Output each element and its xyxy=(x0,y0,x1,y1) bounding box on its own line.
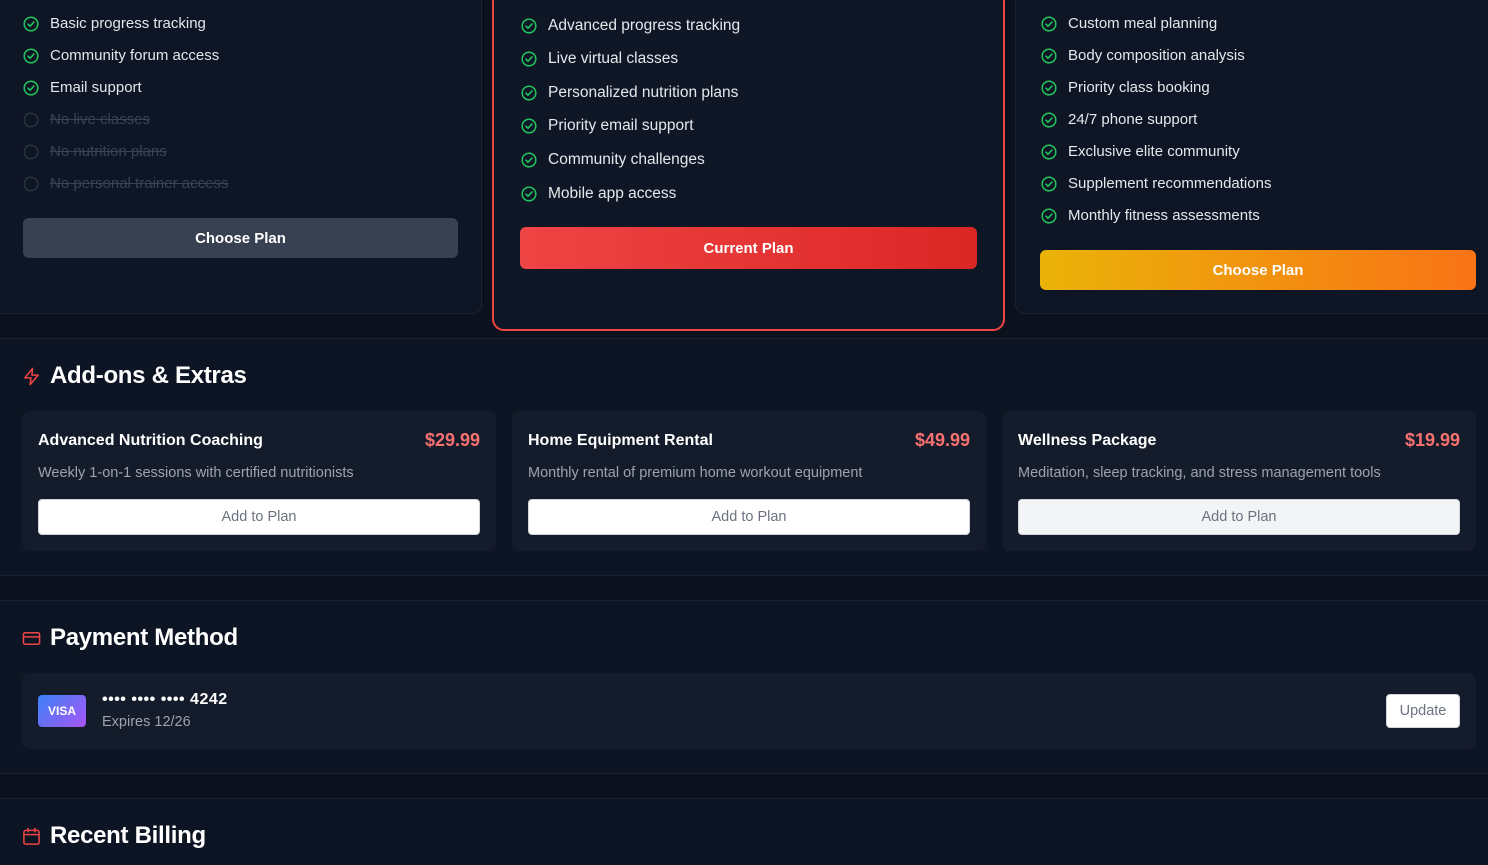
plan-feature-label: 24/7 phone support xyxy=(1068,111,1198,128)
plan-feature-label: Community forum access xyxy=(50,47,220,64)
check-circle-icon xyxy=(1041,175,1057,192)
plan-feature-label: Mobile app access xyxy=(548,185,677,202)
check-circle-icon xyxy=(1041,79,1057,96)
addon-card: Advanced Nutrition Coaching $29.99 Weekl… xyxy=(22,411,496,551)
plan-card-pro: Advanced progress tracking Live virtual … xyxy=(492,0,1005,331)
plan-feature: Community forum access xyxy=(23,47,219,64)
plan-feature: Supplement recommendations xyxy=(1041,175,1271,192)
plan-feature-label: No nutrition plans xyxy=(50,143,167,160)
empty-circle-icon xyxy=(23,143,39,160)
plan-feature: Priority class booking xyxy=(1041,79,1210,96)
plan-feature-label: Exclusive elite community xyxy=(1068,143,1240,160)
plan-feature: Email support xyxy=(23,79,142,96)
plan-feature: Custom meal planning xyxy=(1041,15,1217,32)
check-circle-icon xyxy=(521,152,537,168)
check-circle-icon xyxy=(1041,15,1057,32)
card-expiry: Expires 12/26 xyxy=(102,714,191,730)
payment-card: VISA •••• •••• •••• 4242 Expires 12/26 U… xyxy=(22,673,1476,749)
addon-card: Wellness Package $19.99 Meditation, slee… xyxy=(1002,411,1476,551)
plan-feature-label: Monthly fitness assessments xyxy=(1068,207,1260,224)
check-circle-icon xyxy=(521,85,537,101)
check-circle-icon xyxy=(23,15,39,32)
plan-feature: Mobile app access xyxy=(521,185,676,203)
check-circle-icon xyxy=(1041,207,1057,224)
addon-card: Home Equipment Rental $49.99 Monthly ren… xyxy=(512,411,986,551)
addon-name: Advanced Nutrition Coaching xyxy=(38,432,263,449)
check-circle-icon xyxy=(1041,143,1057,160)
add-to-plan-button[interactable]: Add to Plan xyxy=(1018,499,1460,535)
plan-feature-excluded: No nutrition plans xyxy=(23,143,167,160)
plan-feature: Exclusive elite community xyxy=(1041,143,1240,160)
plan-card-elite: Custom meal planning Body composition an… xyxy=(1015,0,1488,314)
card-number: •••• •••• •••• 4242 xyxy=(102,691,228,708)
calendar-icon xyxy=(23,827,40,845)
plan-card-basic: Basic progress tracking Community forum … xyxy=(0,0,482,314)
current-plan-button[interactable]: Current Plan xyxy=(520,227,977,269)
addon-price: $19.99 xyxy=(1404,430,1460,450)
plan-feature-label: No live classes xyxy=(50,111,151,128)
add-to-plan-button[interactable]: Add to Plan xyxy=(528,499,970,535)
subscription-page: Basic progress tracking Community forum … xyxy=(0,0,1488,865)
check-circle-icon xyxy=(1041,47,1057,64)
plan-feature: 24/7 phone support xyxy=(1041,111,1197,128)
plan-feature-label: Live virtual classes xyxy=(548,50,679,67)
section-title: Payment Method xyxy=(22,624,238,652)
addons-title: Add-ons & Extras xyxy=(50,362,247,389)
addons-section: Add-ons & Extras Advanced Nutrition Coac… xyxy=(0,338,1488,576)
check-circle-icon xyxy=(23,79,39,96)
addon-description: Weekly 1-on-1 sessions with certified nu… xyxy=(38,465,354,481)
plan-feature: Live virtual classes xyxy=(521,50,678,68)
addon-name: Wellness Package xyxy=(1018,432,1157,449)
plan-feature: Personalized nutrition plans xyxy=(521,84,738,102)
plan-feature-excluded: No personal trainer access xyxy=(23,175,228,192)
plan-feature-label: Community challenges xyxy=(548,151,705,168)
check-circle-icon xyxy=(521,186,537,202)
plan-feature-label: Advanced progress tracking xyxy=(548,17,741,34)
plan-feature: Monthly fitness assessments xyxy=(1041,207,1260,224)
billing-title: Recent Billing xyxy=(50,822,206,849)
check-circle-icon xyxy=(521,51,537,67)
billing-section: Recent Billing xyxy=(0,798,1488,865)
plan-feature-label: Personalized nutrition plans xyxy=(548,84,739,101)
addon-description: Monthly rental of premium home workout e… xyxy=(528,465,863,481)
plan-feature: Advanced progress tracking xyxy=(521,17,740,35)
choose-plan-basic-button[interactable]: Choose Plan xyxy=(23,218,458,258)
choose-plan-elite-button[interactable]: Choose Plan xyxy=(1040,250,1476,290)
plan-feature-label: Basic progress tracking xyxy=(50,15,206,32)
section-title: Recent Billing xyxy=(22,822,206,850)
plan-feature: Basic progress tracking xyxy=(23,15,206,32)
check-circle-icon xyxy=(521,18,537,34)
plan-feature-label: Priority email support xyxy=(548,117,694,134)
plan-feature-label: Body composition analysis xyxy=(1068,47,1245,64)
section-title: Add-ons & Extras xyxy=(22,362,247,390)
plan-feature: Priority email support xyxy=(521,117,694,135)
credit-card-icon xyxy=(22,631,41,645)
plan-feature-label: Priority class booking xyxy=(1068,79,1210,96)
visa-logo: VISA xyxy=(38,695,86,727)
check-circle-icon xyxy=(521,118,537,134)
plan-feature-label: No personal trainer access xyxy=(50,175,229,192)
update-payment-button[interactable]: Update xyxy=(1386,694,1460,728)
plan-feature: Body composition analysis xyxy=(1041,47,1245,64)
plan-feature-label: Email support xyxy=(50,79,142,96)
plan-feature: Community challenges xyxy=(521,151,705,169)
plan-feature-excluded: No live classes xyxy=(23,111,150,128)
plan-feature-label: Supplement recommendations xyxy=(1068,175,1272,192)
addon-price: $49.99 xyxy=(914,430,970,450)
plan-feature-label: Custom meal planning xyxy=(1068,15,1218,32)
addon-description: Meditation, sleep tracking, and stress m… xyxy=(1018,465,1381,481)
check-circle-icon xyxy=(1041,111,1057,128)
payment-title: Payment Method xyxy=(50,624,238,651)
lightning-icon xyxy=(24,367,39,385)
addon-name: Home Equipment Rental xyxy=(528,432,713,449)
add-to-plan-button[interactable]: Add to Plan xyxy=(38,499,480,535)
empty-circle-icon xyxy=(23,175,39,192)
addon-price: $29.99 xyxy=(424,430,480,450)
check-circle-icon xyxy=(23,47,39,64)
empty-circle-icon xyxy=(23,111,39,128)
payment-section: Payment Method VISA •••• •••• •••• 4242 … xyxy=(0,600,1488,774)
